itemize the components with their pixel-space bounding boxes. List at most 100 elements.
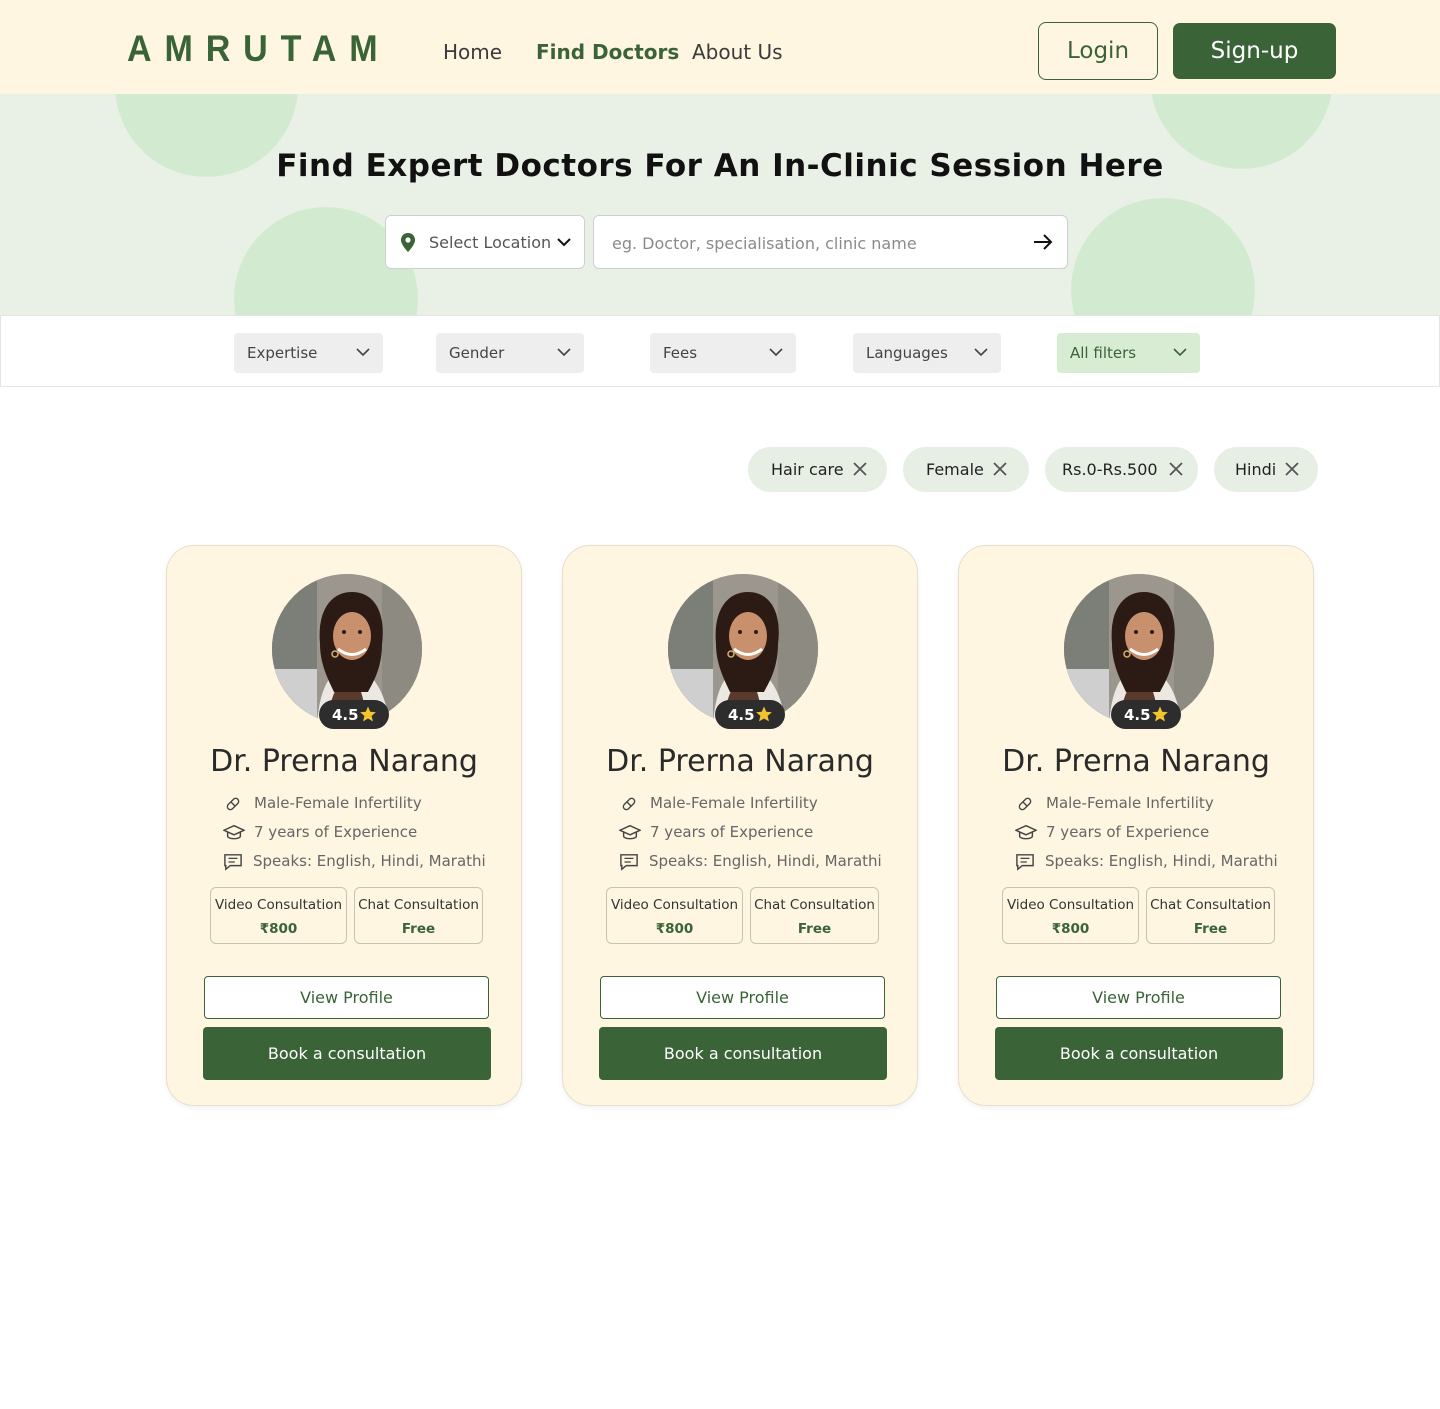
filter-label: All filters (1070, 344, 1137, 362)
video-consultation-option[interactable]: Video Consultation ₹800 (606, 887, 743, 944)
rating-value: 4.5 (728, 706, 755, 724)
doctor-experience: 7 years of Experience (650, 823, 814, 841)
close-icon[interactable] (992, 461, 1008, 477)
chevron-down-icon (974, 348, 988, 357)
filter-label: Languages (866, 344, 948, 362)
doctor-specialty: Male-Female Infertility (254, 794, 422, 812)
chat-bubble-icon (224, 854, 242, 871)
filter-label: Fees (663, 344, 698, 362)
close-icon[interactable] (1168, 461, 1184, 477)
view-profile-button[interactable]: View Profile (600, 976, 885, 1019)
signup-button[interactable]: Sign-up (1173, 23, 1336, 79)
nav-find-doctors-link[interactable]: Find Doctors (536, 40, 679, 64)
book-consultation-button[interactable]: Book a consultation (203, 1027, 491, 1080)
filter-fees-dropdown[interactable]: Fees (650, 333, 796, 373)
graduation-cap-icon (1015, 824, 1037, 840)
consultation-type: Chat Consultation (754, 897, 875, 913)
rating-badge: 4.5 (1111, 700, 1181, 729)
video-consultation-option[interactable]: Video Consultation ₹800 (1002, 887, 1139, 944)
view-profile-button[interactable]: View Profile (204, 976, 489, 1019)
consultation-price: Free (797, 921, 832, 937)
nav-about-us-link[interactable]: About Us (692, 40, 783, 64)
chip-label: Female (926, 460, 984, 479)
star-icon (360, 706, 376, 722)
doctor-name[interactable]: Dr. Prerna Narang (167, 744, 521, 779)
chevron-down-icon (769, 348, 783, 357)
doctor-languages: Speaks: English, Hindi, Marathi (253, 852, 486, 870)
consultation-price: ₹800 (1051, 921, 1090, 937)
filter-chip-female[interactable]: Female (903, 447, 1029, 492)
doctor-languages: Speaks: English, Hindi, Marathi (649, 852, 882, 870)
chat-consultation-option[interactable]: Chat Consultation Free (1146, 887, 1275, 944)
consultation-price: Free (401, 921, 436, 937)
filter-label: Gender (449, 344, 505, 362)
chat-bubble-icon (1016, 854, 1034, 871)
filter-languages-dropdown[interactable]: Languages (853, 333, 1001, 373)
close-icon[interactable] (1284, 461, 1300, 477)
close-icon[interactable] (852, 461, 868, 477)
doctor-specialty: Male-Female Infertility (650, 794, 818, 812)
doctor-experience: 7 years of Experience (1046, 823, 1210, 841)
filter-chip-hair-care[interactable]: Hair care (748, 447, 887, 492)
hero-section: Find Expert Doctors For An In-Clinic Ses… (0, 94, 1440, 316)
consultation-type: Video Consultation (214, 897, 343, 913)
rating-value: 4.5 (1124, 706, 1151, 724)
video-consultation-option[interactable]: Video Consultation ₹800 (210, 887, 347, 944)
arrow-right-icon[interactable] (1032, 232, 1054, 252)
login-button[interactable]: Login (1038, 22, 1158, 80)
doctor-card: 4.5 Dr. Prerna Narang Male-Female Infert… (562, 545, 918, 1106)
decor-circle (1071, 198, 1255, 316)
doctor-name[interactable]: Dr. Prerna Narang (959, 744, 1313, 779)
chip-label: Hair care (771, 460, 844, 479)
consultation-type: Chat Consultation (358, 897, 479, 913)
chip-label: Hindi (1235, 460, 1277, 479)
star-icon (1152, 706, 1168, 722)
chevron-down-icon (1173, 348, 1187, 357)
rating-value: 4.5 (332, 706, 359, 724)
star-icon (756, 706, 772, 722)
graduation-cap-icon (223, 824, 245, 840)
consultation-type: Video Consultation (1006, 897, 1135, 913)
consultation-price: Free (1193, 921, 1228, 937)
book-consultation-button[interactable]: Book a consultation (599, 1027, 887, 1080)
chevron-down-icon (356, 348, 370, 357)
brand-logo[interactable]: AMRUTAM (127, 28, 390, 70)
consultation-type: Video Consultation (610, 897, 739, 913)
filter-label: Expertise (247, 344, 318, 362)
doctor-card: 4.5 Dr. Prerna Narang Male-Female Infert… (958, 545, 1314, 1106)
doctor-card: 4.5 Dr. Prerna Narang Male-Female Infert… (166, 545, 522, 1106)
filter-chip-fees-range[interactable]: Rs.0-Rs.500 (1045, 447, 1198, 492)
doctor-name[interactable]: Dr. Prerna Narang (563, 744, 917, 779)
consultation-price: ₹800 (259, 921, 298, 937)
chat-consultation-option[interactable]: Chat Consultation Free (750, 887, 879, 944)
location-pin-icon (401, 233, 415, 252)
doctor-experience: 7 years of Experience (254, 823, 418, 841)
top-header: AMRUTAM Home Find Doctors About Us Login… (0, 0, 1440, 94)
graduation-cap-icon (619, 824, 641, 840)
pill-icon (1018, 797, 1032, 811)
chevron-down-icon (557, 348, 571, 357)
filter-bar: Expertise Gender Fees Languages All filt… (0, 315, 1440, 387)
filter-expertise-dropdown[interactable]: Expertise (234, 333, 383, 373)
doctor-specialty: Male-Female Infertility (1046, 794, 1214, 812)
location-select-label: Select Location (429, 233, 552, 252)
rating-badge: 4.5 (319, 700, 389, 729)
chip-label: Rs.0-Rs.500 (1062, 460, 1158, 479)
page-title: Find Expert Doctors For An In-Clinic Ses… (276, 148, 1164, 184)
search-bar (593, 215, 1068, 269)
rating-badge: 4.5 (715, 700, 785, 729)
book-consultation-button[interactable]: Book a consultation (995, 1027, 1283, 1080)
pill-icon (622, 797, 636, 811)
consultation-price: ₹800 (655, 921, 694, 937)
filter-gender-dropdown[interactable]: Gender (436, 333, 584, 373)
search-input[interactable] (612, 229, 1012, 257)
nav-home-link[interactable]: Home (443, 40, 502, 64)
chat-bubble-icon (620, 854, 638, 871)
view-profile-button[interactable]: View Profile (996, 976, 1281, 1019)
consultation-type: Chat Consultation (1150, 897, 1271, 913)
pill-icon (226, 797, 240, 811)
filter-chip-hindi[interactable]: Hindi (1214, 447, 1318, 492)
chat-consultation-option[interactable]: Chat Consultation Free (354, 887, 483, 944)
location-select[interactable]: Select Location (385, 215, 585, 269)
filter-all-filters-dropdown[interactable]: All filters (1057, 333, 1200, 373)
